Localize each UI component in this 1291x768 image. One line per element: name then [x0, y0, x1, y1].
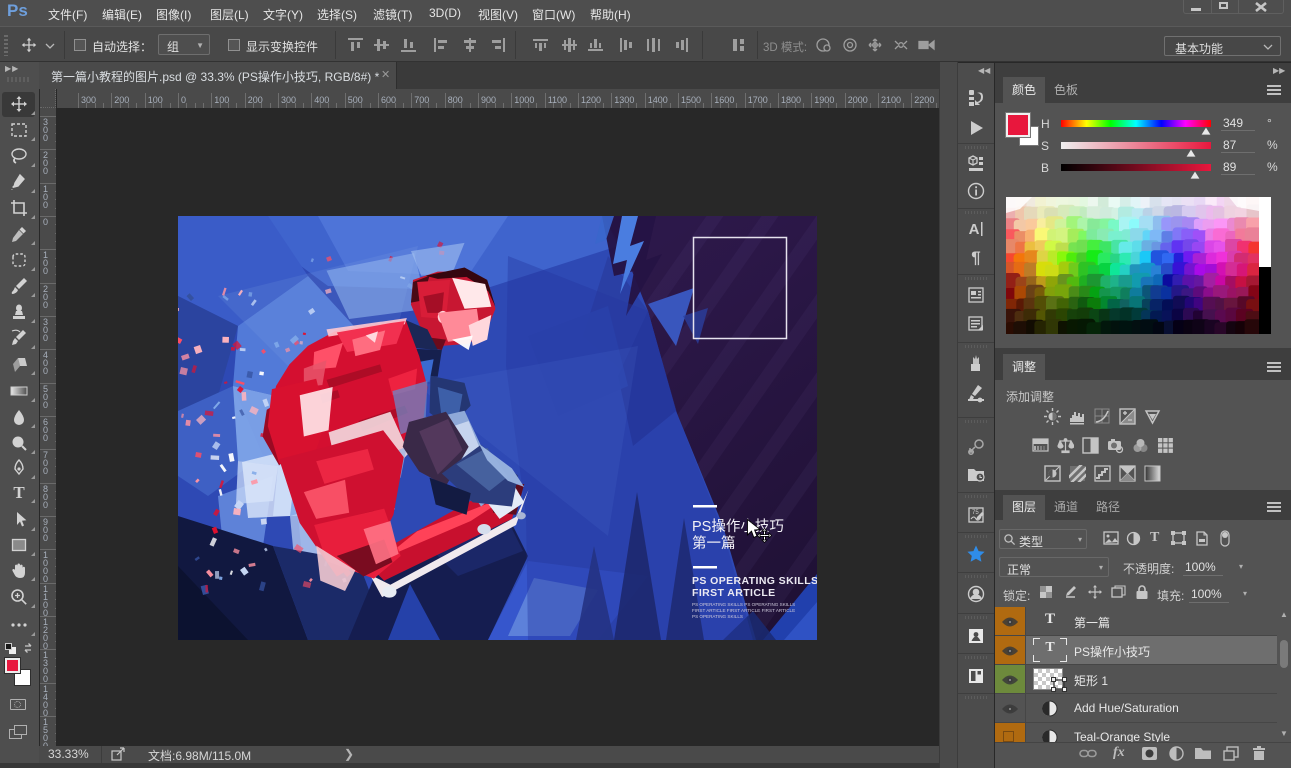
svg-text:FIRST ARTICLE FIRST ARTICLE F: FIRST ARTICLE FIRST ARTICLE FIRST ARTICL… — [692, 608, 795, 613]
svg-text:PS OPERATING SKILLS PS OPERATI: PS OPERATING SKILLS PS OPERATING SKILLS — [692, 602, 795, 607]
svg-text:PS OPERATING SKILLS: PS OPERATING SKILLS — [692, 614, 743, 619]
svg-text:¶: ¶ — [971, 248, 980, 267]
svg-text:第一篇: 第一篇 — [692, 534, 736, 552]
svg-text:FIRST ARTICLE: FIRST ARTICLE — [692, 587, 776, 599]
svg-text:T: T — [13, 483, 25, 502]
svg-text:75: 75 — [972, 510, 979, 516]
svg-text:PS OPERATING SKILLS: PS OPERATING SKILLS — [692, 575, 817, 587]
svg-text:A: A — [969, 221, 980, 238]
